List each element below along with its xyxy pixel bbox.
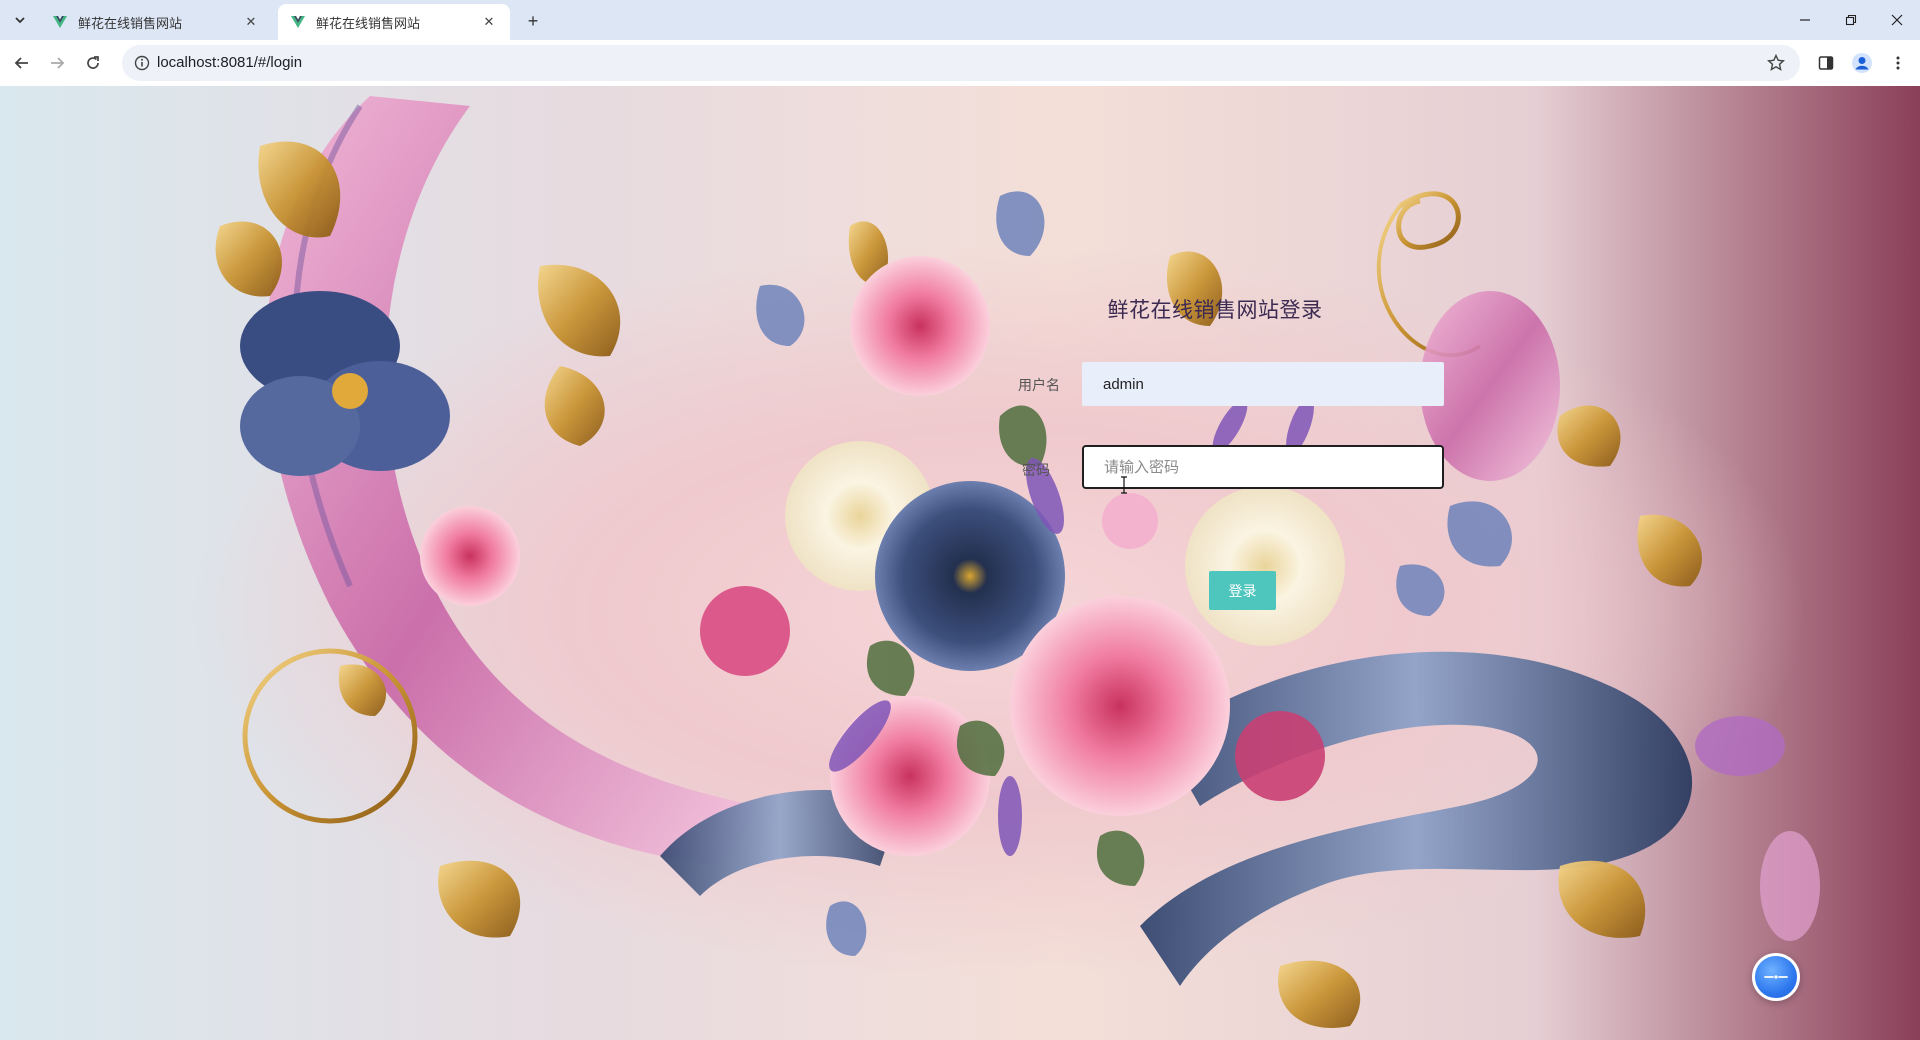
menu-button[interactable] [1884,49,1912,77]
floral-background-image [215,96,1820,1028]
browser-toolbar: localhost:8081/#/login [0,40,1920,86]
username-label: 用户名 [1018,377,1060,393]
close-icon[interactable]: ✕ [242,13,260,31]
profile-button[interactable] [1848,49,1876,77]
arrow-left-icon [14,57,28,69]
tab-title: 鲜花在线销售网站 [78,15,183,31]
tab-title: 鲜花在线销售网站 [316,15,421,31]
back-button[interactable] [8,49,36,77]
chat-assistant-button[interactable] [1752,953,1800,1001]
new-tab-button[interactable]: + [520,8,546,34]
arrow-right-icon [51,57,65,69]
chevron-down-icon [15,17,25,24]
chat-assistant-icon [1764,975,1788,979]
password-label: 密码 [1022,462,1050,478]
site-info-icon[interactable] [132,53,152,73]
password-input[interactable] [1082,445,1444,489]
side-panel-button[interactable] [1812,49,1840,77]
reload-icon [87,56,99,69]
vue-logo-icon [53,16,67,28]
tab-search-button[interactable] [8,8,32,32]
address-bar[interactable]: localhost:8081/#/login [122,45,1800,81]
close-icon[interactable]: ✕ [480,13,498,31]
reload-button[interactable] [79,49,107,77]
url-text: localhost:8081/#/login [157,54,303,71]
close-icon [1891,14,1903,26]
tab-strip: 鲜花在线销售网站 ✕ 鲜花在线销售网站 ✕ + [0,0,1920,40]
page-viewport: 鲜花在线销售网站登录 用户名 密码 登录 [0,86,1920,1040]
tab-inactive[interactable]: 鲜花在线销售网站 ✕ [40,4,272,40]
text-cursor-icon [1121,476,1127,494]
login-title: 鲜花在线销售网站登录 [1107,299,1323,322]
username-input[interactable] [1082,362,1444,406]
minimize-button[interactable] [1782,0,1828,40]
browser-window: 鲜花在线销售网站 ✕ 鲜花在线销售网站 ✕ + localhost:8081/#… [0,0,1920,1040]
login-button[interactable]: 登录 [1209,571,1276,610]
restore-button[interactable] [1828,0,1874,40]
window-controls [1782,0,1920,40]
minimize-icon [1800,19,1810,21]
vue-logo-icon [291,16,305,28]
profile-avatar-icon [1852,53,1872,73]
forward-button[interactable] [43,49,71,77]
bookmark-star-icon[interactable] [1764,51,1788,75]
side-panel-icon [1818,56,1834,70]
more-vertical-icon [1896,56,1900,70]
tab-active[interactable]: 鲜花在线销售网站 ✕ [278,4,510,40]
restore-icon [1845,14,1857,26]
close-window-button[interactable] [1874,0,1920,40]
